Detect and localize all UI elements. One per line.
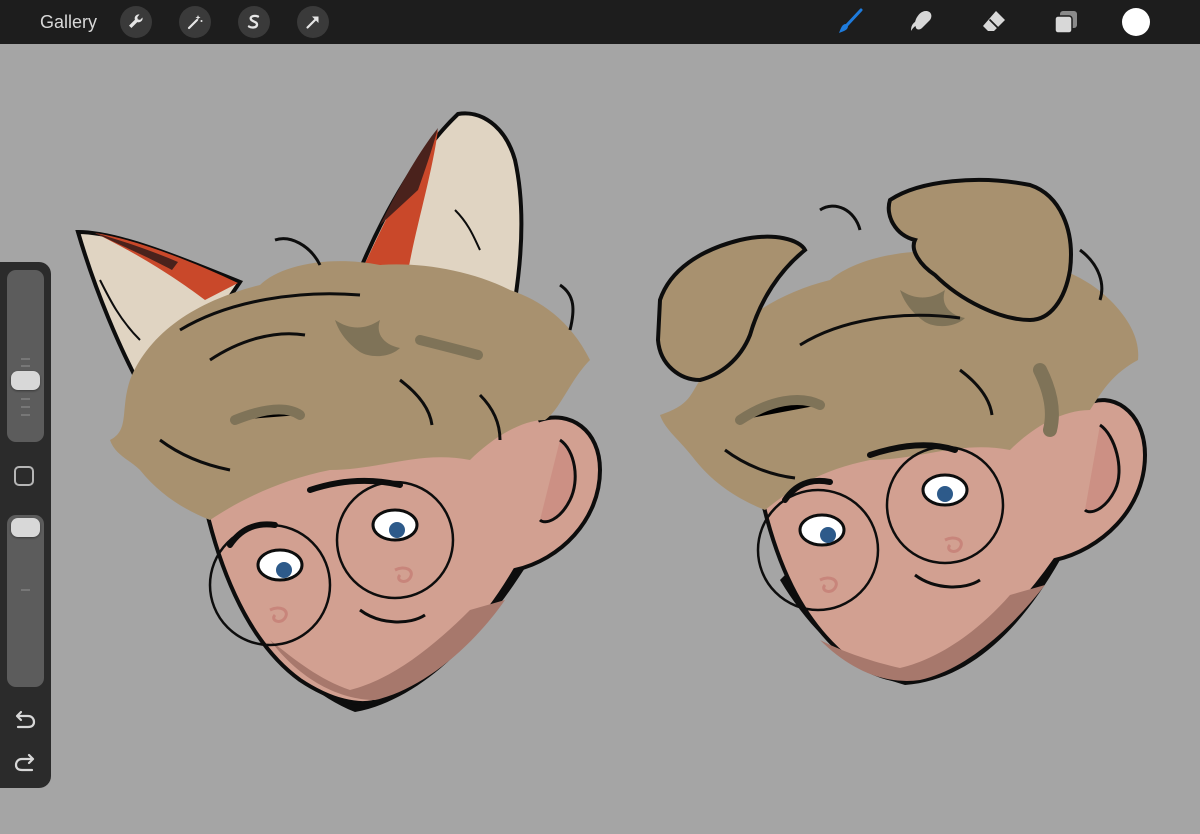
transform-arrow-icon <box>306 16 319 29</box>
wrench-icon <box>129 14 143 28</box>
top-toolbar: Gallery <box>0 0 1200 44</box>
layers-icon <box>1054 11 1077 34</box>
color-picker-swatch[interactable] <box>1122 8 1150 36</box>
gallery-button[interactable]: Gallery <box>40 11 97 33</box>
drawing-canvas[interactable] <box>0 44 1200 834</box>
eraser-icon <box>983 11 1005 31</box>
eraser-tool[interactable] <box>977 6 1011 38</box>
layers-button[interactable] <box>1049 6 1083 38</box>
dog-ear-head-illustration <box>655 178 1148 685</box>
selection-button[interactable] <box>238 6 270 38</box>
transform-button[interactable] <box>297 6 329 38</box>
magic-wand-icon <box>187 15 203 30</box>
smudge-icon <box>911 11 932 31</box>
smudge-tool[interactable] <box>905 6 939 38</box>
selection-s-icon <box>247 14 260 29</box>
paint-brush-tool[interactable] <box>833 6 867 38</box>
brush-icon <box>839 8 863 33</box>
adjustments-button[interactable] <box>179 6 211 38</box>
actions-wrench-button[interactable] <box>120 6 152 38</box>
fox-ear-head-illustration <box>75 111 603 712</box>
